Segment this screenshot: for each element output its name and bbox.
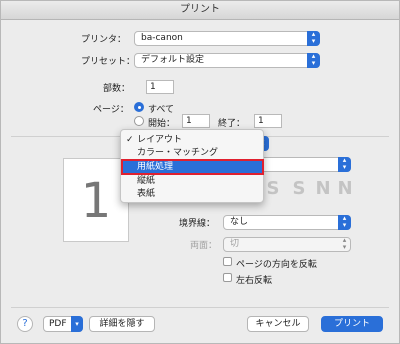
flip-horizontal-label: 左右反転 <box>236 276 273 286</box>
two-sided-value: 切 <box>230 239 240 249</box>
hide-details-button[interactable]: 詳細を隠す <box>89 316 155 332</box>
pages-all-label: すべて <box>148 105 175 115</box>
pages-to-label: 終了： <box>218 119 246 129</box>
pages-per-sheet-popup[interactable]: ▴ ▾ <box>251 157 351 172</box>
copies-label: 部数： <box>103 84 131 94</box>
copies-field[interactable]: 1 <box>146 80 174 94</box>
pages-label: ページ： <box>93 105 129 115</box>
pages-from-label: 開始： <box>148 119 176 129</box>
border-value: なし <box>230 217 249 227</box>
window-title: プリント <box>1 1 399 20</box>
chevron-down-icon: ▾ <box>71 316 83 332</box>
highlight-box <box>121 159 264 175</box>
two-sided-label: 両面： <box>190 241 218 251</box>
cancel-button[interactable]: キャンセル <box>247 316 309 332</box>
menu-item-paper-feed[interactable]: 縦紙 <box>121 175 263 187</box>
pdf-label: PDF <box>49 319 67 329</box>
preset-popup[interactable]: デフォルト設定 ▴ ▾ <box>134 53 320 68</box>
two-sided-popup: 切 ▴ ▾ <box>223 237 351 252</box>
menu-item-color-matching[interactable]: カラー・マッチング <box>121 147 263 159</box>
orientation-icon-2[interactable]: S <box>289 178 309 200</box>
pdf-button[interactable]: PDF ▾ <box>43 316 83 332</box>
print-dialog: プリント プリンタ： ba-canon ▴ ▾ プリセット： デフォルト設定 ▴ ▾… <box>0 0 400 344</box>
menu-item-layout[interactable]: レイアウト <box>121 134 263 146</box>
printer-label: プリンタ： <box>81 35 127 45</box>
menu-item-cover[interactable]: 表紙 <box>121 188 263 200</box>
pages-range-radio[interactable] <box>134 116 144 126</box>
popup-arrows-icon: ▴▾ <box>342 236 347 251</box>
border-label: 境界線： <box>179 219 216 229</box>
reverse-orientation-label: ページの方向を反転 <box>236 260 317 270</box>
pages-from-field[interactable]: 1 <box>182 114 210 128</box>
popup-arrows-icon: ▴▾ <box>307 31 320 46</box>
preset-value: デフォルト設定 <box>141 55 205 65</box>
printer-value: ba-canon <box>141 33 183 43</box>
popup-arrows-icon: ▴▾ <box>307 53 320 68</box>
popup-arrows-icon: ▴▾ <box>338 157 351 172</box>
preset-label: プリセット： <box>81 57 136 67</box>
pages-to-field[interactable]: 1 <box>254 114 282 128</box>
popup-arrows-icon: ▴▾ <box>338 215 351 230</box>
print-button[interactable]: プリント <box>321 316 383 332</box>
printer-popup[interactable]: ba-canon ▴ ▾ <box>134 31 320 46</box>
reverse-orientation-checkbox[interactable] <box>223 257 232 266</box>
flip-horizontal-checkbox[interactable] <box>223 273 232 282</box>
orientation-icon-1[interactable]: S <box>263 178 283 200</box>
footer-divider <box>11 307 389 308</box>
pages-all-radio[interactable] <box>134 102 144 112</box>
orientation-icon-3[interactable]: N <box>313 178 333 200</box>
border-popup[interactable]: なし ▴ ▾ <box>223 215 351 230</box>
help-button[interactable]: ? <box>17 316 33 332</box>
orientation-icon-4[interactable]: N <box>335 178 355 200</box>
